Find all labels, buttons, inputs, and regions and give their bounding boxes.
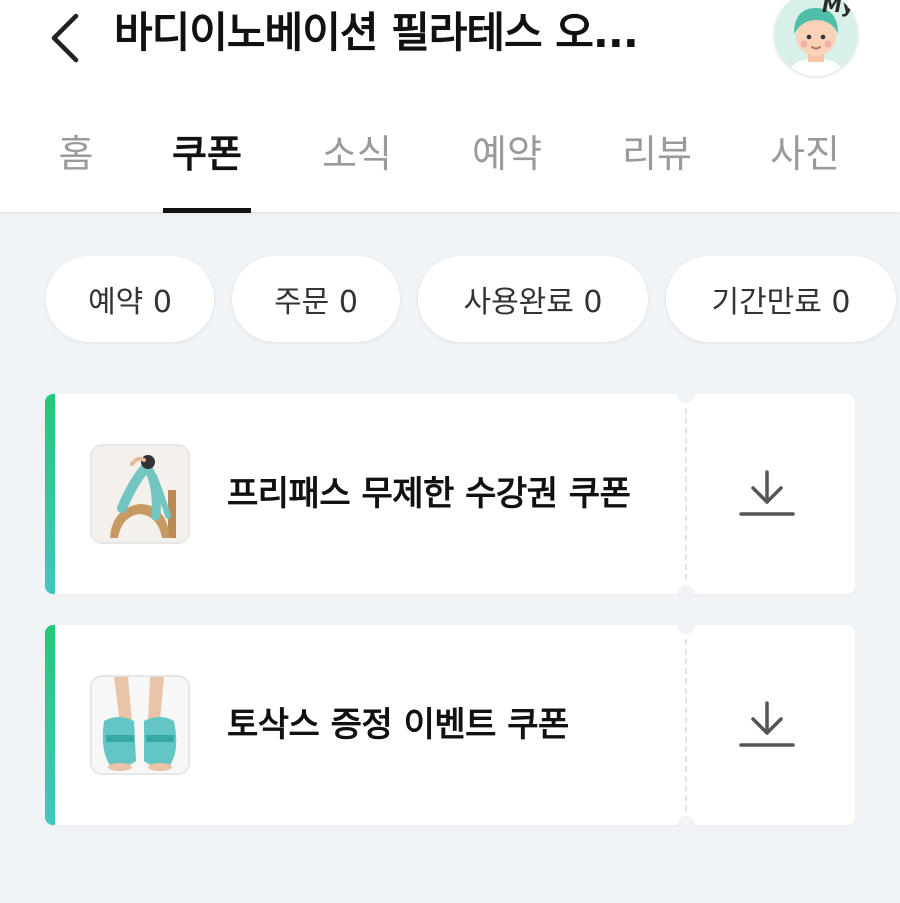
top-bar: 바디이노베이션 필라테스 오... My 홈 쿠폰 소식 예약 리뷰 사진 [0, 0, 900, 214]
avatar-icon: My [774, 0, 858, 76]
coupon-notch-top [677, 394, 695, 403]
tab-photo[interactable]: 사진 [758, 126, 852, 182]
my-avatar[interactable]: My [774, 0, 858, 76]
download-button[interactable] [735, 464, 799, 524]
filter-chip-reservation[interactable]: 예약 0 [46, 256, 214, 342]
filter-chip-used[interactable]: 사용완료 0 [418, 256, 648, 342]
avatar-badge: My [822, 0, 856, 17]
coupon-title: 프리패스 무제한 수강권 쿠폰 [227, 474, 631, 514]
tab-reservation[interactable]: 예약 [460, 126, 554, 182]
coupon-divider [685, 639, 687, 811]
coupon-divider [685, 408, 687, 580]
coupon-notch-bottom [677, 585, 695, 594]
pilates-pose-image [92, 446, 188, 542]
coupon-title: 토삭스 증정 이벤트 쿠폰 [227, 705, 569, 745]
download-icon [739, 470, 795, 516]
active-tab-indicator [163, 208, 251, 213]
coupon-notch-bottom [677, 816, 695, 825]
tab-bar: 홈 쿠폰 소식 예약 리뷰 사진 [0, 110, 900, 214]
tab-coupon[interactable]: 쿠폰 [160, 126, 254, 182]
tab-home[interactable]: 홈 [52, 126, 100, 182]
tab-news[interactable]: 소식 [310, 126, 404, 182]
page-title: 바디이노베이션 필라테스 오... [114, 8, 639, 57]
coupon-notch-top [677, 625, 695, 634]
download-icon [739, 701, 795, 747]
coupon-thumbnail [90, 675, 190, 775]
filter-chip-expired[interactable]: 기간만료 0 [666, 256, 896, 342]
coupon-card[interactable]: 프리패스 무제한 수강권 쿠폰 [45, 394, 855, 594]
coupon-accent-bar [45, 625, 55, 825]
back-button[interactable] [38, 8, 90, 68]
coupon-accent-bar [45, 394, 55, 594]
filter-chip-order[interactable]: 주문 0 [232, 256, 400, 342]
coupon-thumbnail [90, 444, 190, 544]
tab-review[interactable]: 리뷰 [610, 126, 704, 182]
download-button[interactable] [735, 695, 799, 755]
coupon-card[interactable]: 토삭스 증정 이벤트 쿠폰 [45, 625, 855, 825]
chevron-left-icon [51, 13, 79, 63]
toe-socks-image [92, 677, 188, 773]
